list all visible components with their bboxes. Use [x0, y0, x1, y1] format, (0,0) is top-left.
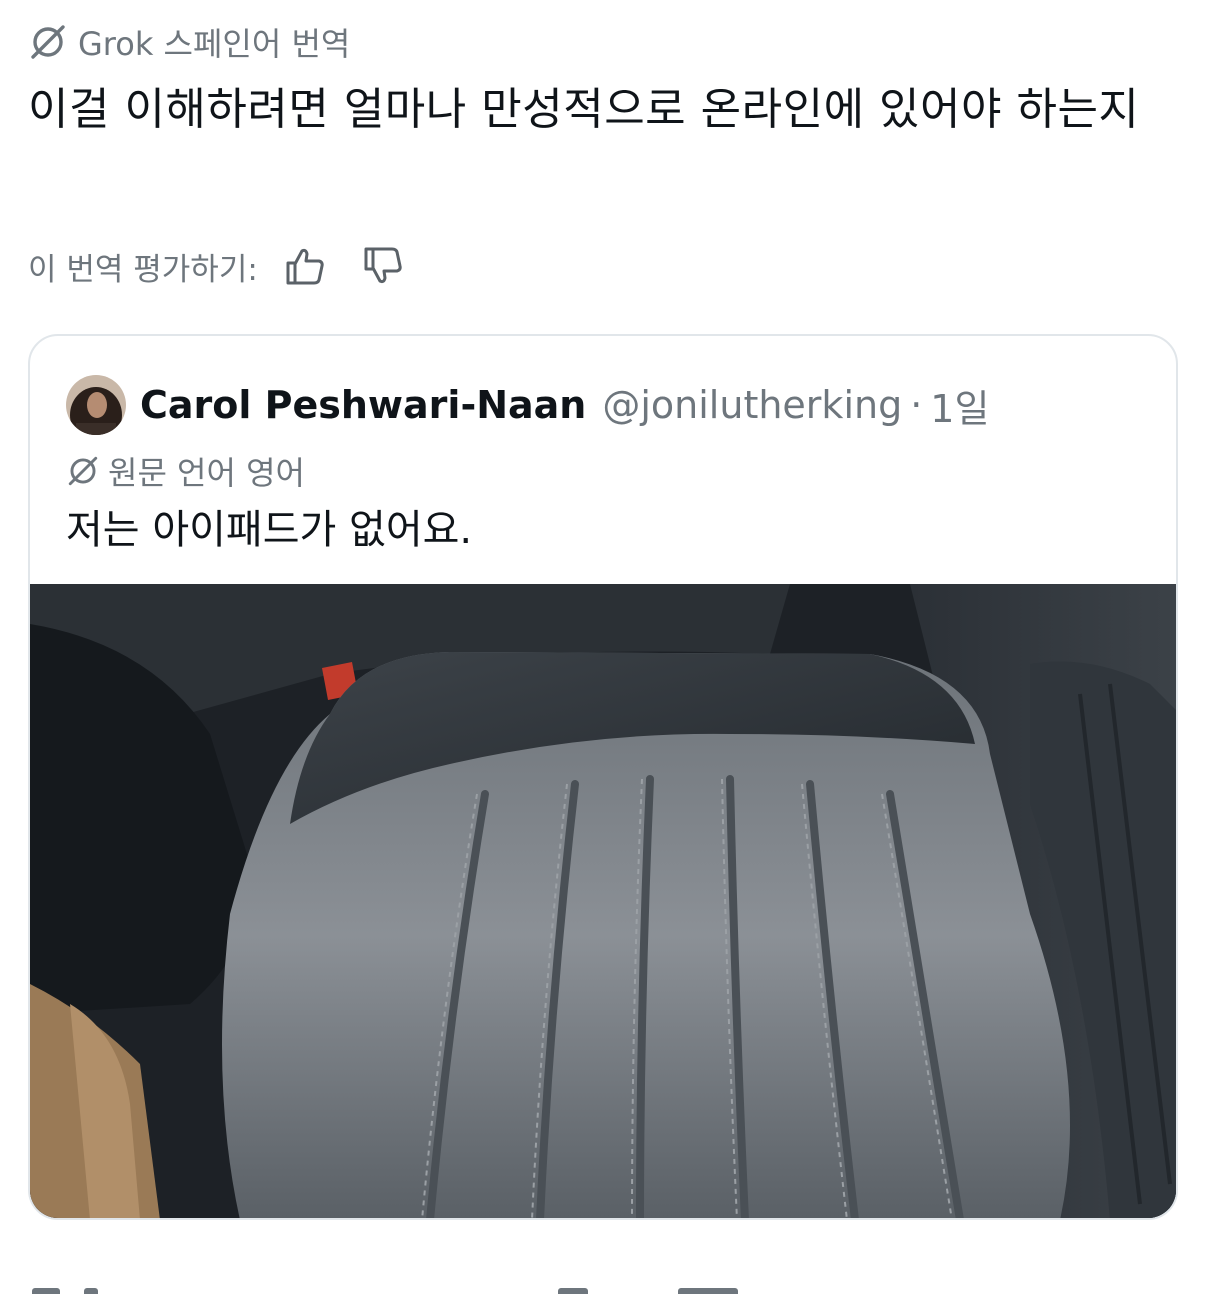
original-language-row: 원문 언어 영어 — [66, 450, 305, 492]
thumbs-up-button[interactable] — [280, 241, 330, 291]
thumbs-up-icon — [286, 248, 324, 285]
thumbs-down-button[interactable] — [358, 241, 408, 291]
footer-row-partial — [28, 1288, 828, 1302]
avatar[interactable] — [66, 375, 126, 435]
grok-translate-icon — [31, 25, 65, 59]
quoted-post-header: Carol Peshwari-Naan @jonilutherking · 1일 — [66, 374, 989, 436]
post-time[interactable]: 1일 — [930, 378, 989, 433]
translation-header: Grok 스페인어 번역 — [28, 20, 350, 64]
quoted-post-text: 저는 아이패드가 없어요. — [66, 507, 473, 553]
author-handle[interactable]: @jonilutherking — [602, 383, 902, 427]
separator-dot: · — [910, 383, 923, 427]
rate-translation-label: 이 번역 평가하기: — [28, 251, 258, 288]
grok-translate-icon — [68, 456, 98, 486]
avatar-image — [66, 375, 126, 435]
translation-header-label: Grok 스페인어 번역 — [78, 25, 351, 63]
car-seat-illustration — [30, 584, 1176, 1218]
author-name[interactable]: Carol Peshwari-Naan — [140, 383, 586, 427]
car-seat-photo[interactable] — [30, 584, 1176, 1218]
thumbs-down-icon — [364, 247, 402, 284]
rate-translation-row: 이 번역 평가하기: — [28, 240, 408, 292]
original-language-label: 원문 언어 영어 — [108, 454, 305, 492]
quoted-post-card[interactable]: Carol Peshwari-Naan @jonilutherking · 1일… — [28, 334, 1178, 1220]
translated-post-text: 이걸 이해하려면 얼마나 만성적으로 온라인에 있어야 하는지 — [28, 84, 1140, 135]
